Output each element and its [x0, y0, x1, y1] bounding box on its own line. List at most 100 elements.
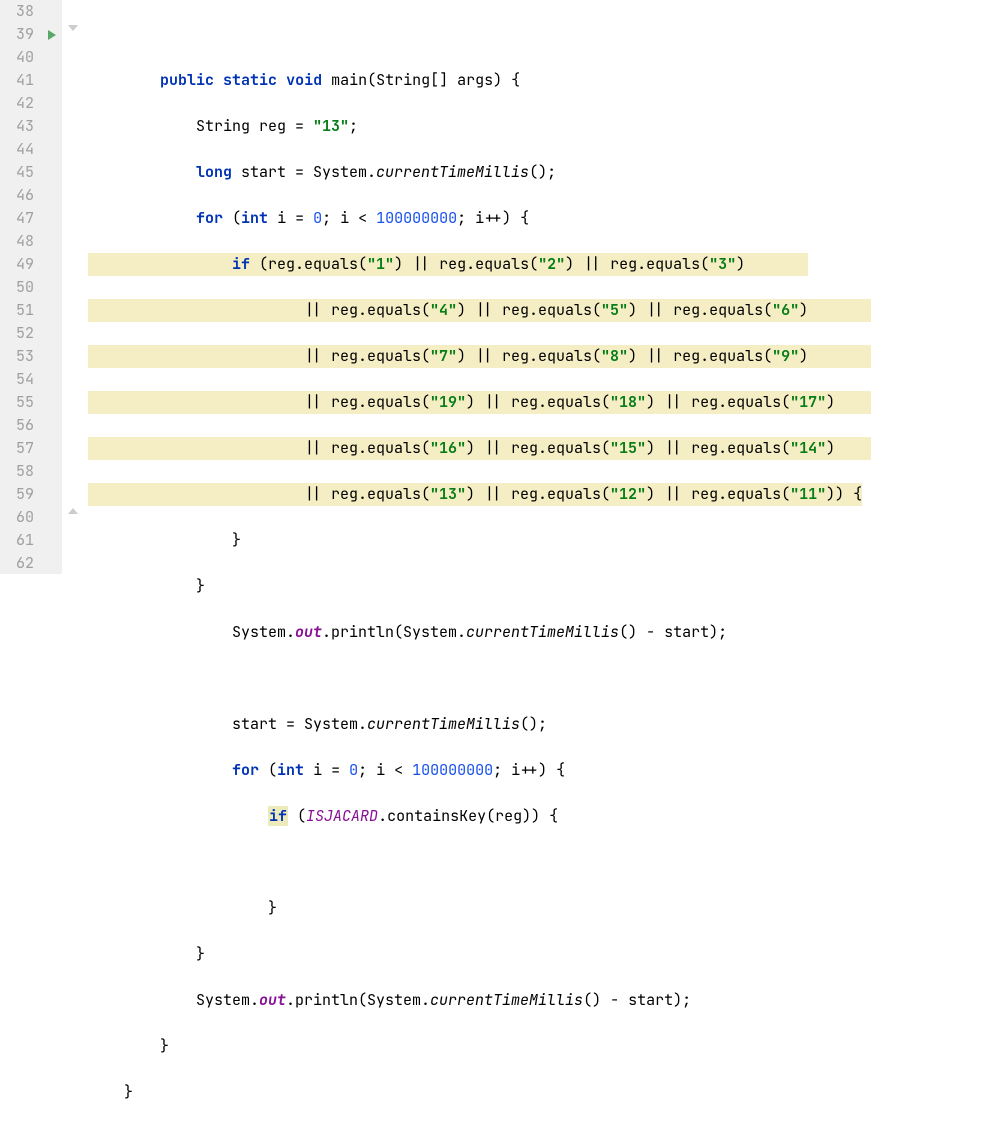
code-line[interactable]: } — [84, 529, 991, 552]
code-line[interactable]: System.out.println(System.currentTimeMil… — [84, 989, 991, 1012]
code-line[interactable] — [84, 1127, 991, 1148]
line-number: 52 — [0, 322, 34, 345]
code-text: System. — [88, 622, 295, 642]
line-number: 51 — [0, 299, 34, 322]
code-text: .println(System. — [286, 990, 430, 1010]
highlighted-code: || reg.equals("13") || reg.equals("12") … — [88, 483, 862, 506]
code-text: ; — [349, 116, 358, 136]
line-number: 61 — [0, 529, 34, 552]
code-text: .containsKey(reg)) { — [378, 806, 558, 826]
line-number: 60 — [0, 506, 34, 529]
line-number: 45 — [0, 161, 34, 184]
line-number: 62 — [0, 552, 34, 575]
code-text — [88, 806, 268, 826]
line-number: 42 — [0, 92, 34, 115]
keyword: for — [196, 208, 223, 228]
code-text: ; i++) { — [457, 208, 529, 228]
code-line[interactable]: } — [84, 943, 991, 966]
keyword: int — [241, 208, 268, 228]
keyword: if — [268, 806, 288, 826]
line-number: 54 — [0, 368, 34, 391]
gutter-icons — [42, 0, 62, 574]
code-line[interactable]: for (int i = 0; i < 100000000; i++) { — [84, 759, 991, 782]
highlighted-code: || reg.equals("19") || reg.equals("18") … — [88, 391, 871, 414]
code-text: ; i < — [358, 760, 412, 780]
highlighted-code: || reg.equals("16") || reg.equals("15") … — [88, 437, 871, 460]
code-line[interactable]: || reg.equals("16") || reg.equals("15") … — [84, 437, 991, 460]
highlighted-code: || reg.equals("7") || reg.equals("8") ||… — [88, 345, 871, 368]
line-number: 58 — [0, 460, 34, 483]
keyword: public — [160, 70, 214, 90]
line-number: 40 — [0, 46, 34, 69]
method: currentTimeMillis — [367, 714, 520, 734]
code-text: () - start); — [619, 622, 727, 642]
code-line[interactable]: } — [84, 1081, 991, 1104]
fold-close-icon[interactable] — [62, 506, 84, 529]
code-text: (); — [529, 162, 556, 182]
line-number: 38 — [0, 0, 34, 23]
highlighted-code: || reg.equals("4") || reg.equals("5") ||… — [88, 299, 871, 322]
code-line[interactable]: String reg = "13"; — [84, 115, 991, 138]
code-line[interactable]: if (ISJACARD.containsKey(reg)) { — [84, 805, 991, 828]
code-editor[interactable]: 38 39 40 41 42 43 44 45 46 47 48 49 50 5… — [0, 0, 991, 574]
line-number: 39 — [0, 23, 34, 46]
field: ISJACARD — [306, 806, 378, 826]
line-number: 49 — [0, 253, 34, 276]
code-text: ; i < — [322, 208, 376, 228]
code-line[interactable] — [84, 23, 991, 46]
code-text: () - start); — [583, 990, 691, 1010]
number: 100000000 — [376, 208, 457, 228]
line-number: 48 — [0, 230, 34, 253]
line-number: 50 — [0, 276, 34, 299]
code-text: i = — [268, 208, 313, 228]
code-line[interactable]: System.out.println(System.currentTimeMil… — [84, 621, 991, 644]
number: 0 — [349, 760, 358, 780]
code-text: i = — [304, 760, 349, 780]
keyword: void — [286, 70, 322, 90]
code-line[interactable] — [84, 851, 991, 874]
code-text: ; i++) { — [493, 760, 565, 780]
line-number: 55 — [0, 391, 34, 414]
line-number: 43 — [0, 115, 34, 138]
line-number: 47 — [0, 207, 34, 230]
number: 100000000 — [412, 760, 493, 780]
code-text — [88, 162, 196, 182]
fold-gutter — [62, 0, 84, 574]
keyword: long — [196, 162, 232, 182]
code-line[interactable]: } — [84, 1035, 991, 1058]
code-line[interactable]: long start = System.currentTimeMillis(); — [84, 161, 991, 184]
line-number: 44 — [0, 138, 34, 161]
code-line[interactable] — [84, 667, 991, 690]
fold-open-icon[interactable] — [62, 23, 84, 46]
keyword: static — [223, 70, 277, 90]
code-line[interactable]: public static void main(String[] args) { — [84, 69, 991, 92]
code-line[interactable]: if (reg.equals("1") || reg.equals("2") |… — [84, 253, 991, 276]
code-text — [88, 208, 196, 228]
code-area[interactable]: public static void main(String[] args) {… — [84, 0, 991, 574]
code-text: .println(System. — [322, 622, 466, 642]
code-line[interactable]: || reg.equals("19") || reg.equals("18") … — [84, 391, 991, 414]
code-text: start = System. — [88, 714, 367, 734]
code-text: ( — [288, 806, 306, 826]
code-line[interactable]: || reg.equals("13") || reg.equals("12") … — [84, 483, 991, 506]
code-line[interactable]: for (int i = 0; i < 100000000; i++) { — [84, 207, 991, 230]
line-number: 41 — [0, 69, 34, 92]
run-gutter-icon[interactable] — [42, 23, 62, 46]
method: currentTimeMillis — [466, 622, 619, 642]
code-text: main(String[] args) { — [322, 70, 520, 90]
code-line[interactable]: } — [84, 575, 991, 598]
code-text: ( — [259, 760, 277, 780]
method: currentTimeMillis — [430, 990, 583, 1010]
method: currentTimeMillis — [376, 162, 529, 182]
line-number: 56 — [0, 414, 34, 437]
code-line[interactable]: || reg.equals("4") || reg.equals("5") ||… — [84, 299, 991, 322]
code-line[interactable]: start = System.currentTimeMillis(); — [84, 713, 991, 736]
code-text: start = System. — [232, 162, 376, 182]
code-text: System. — [88, 990, 259, 1010]
code-text: ( — [223, 208, 241, 228]
number: 0 — [313, 208, 322, 228]
line-number: 46 — [0, 184, 34, 207]
code-line[interactable]: } — [84, 897, 991, 920]
line-number-gutter: 38 39 40 41 42 43 44 45 46 47 48 49 50 5… — [0, 0, 42, 574]
code-line[interactable]: || reg.equals("7") || reg.equals("8") ||… — [84, 345, 991, 368]
